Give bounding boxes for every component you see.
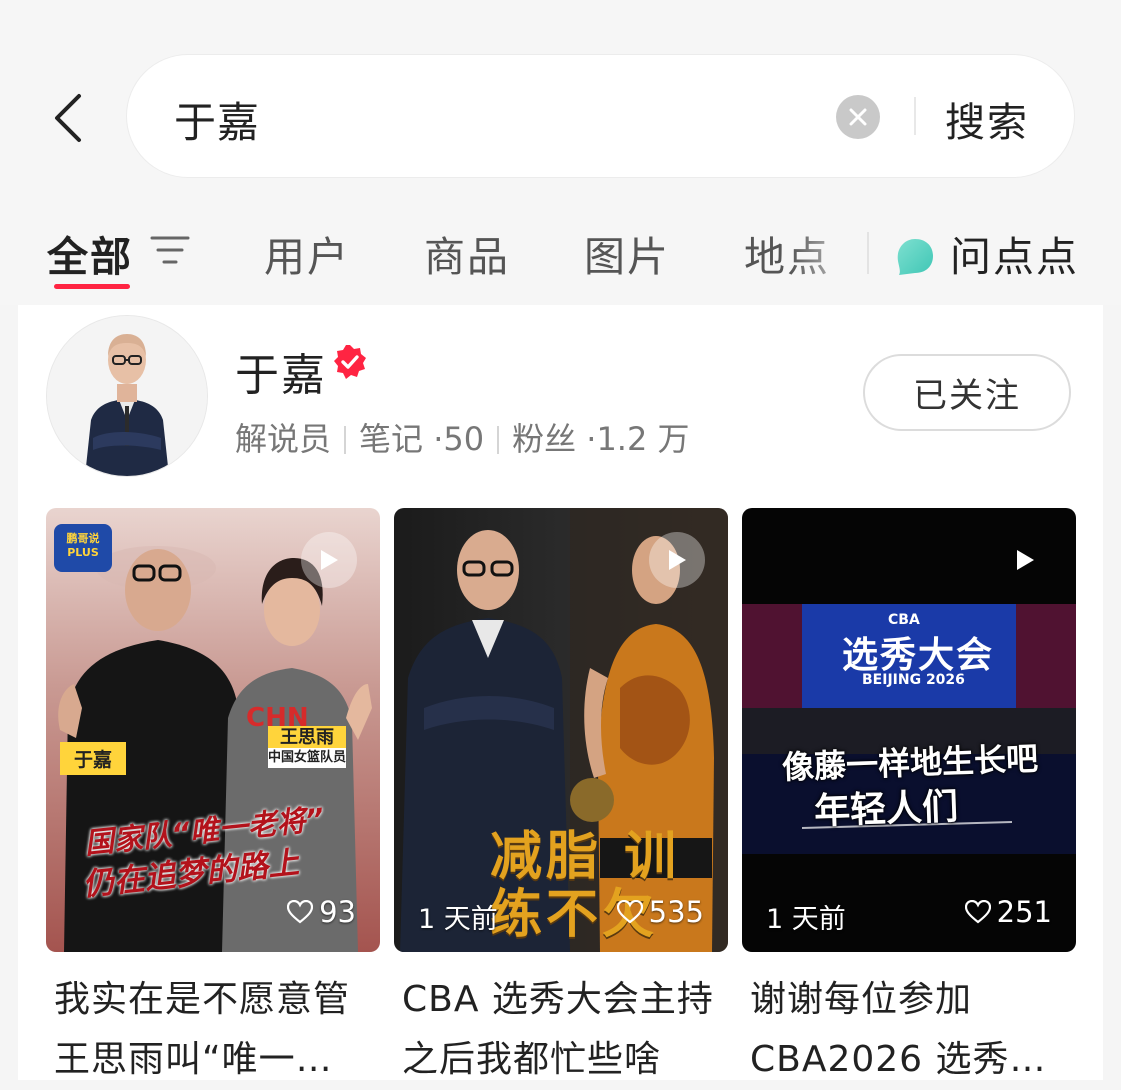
note-title[interactable]: CBA 选秀大会主持之后我都忙些啥 bbox=[402, 970, 720, 1090]
note-card[interactable]: CBA 选秀大会 BEIJING 2026 像藤一样地生长吧 年轻人们 1 天前… bbox=[742, 508, 1076, 1090]
heart-icon bbox=[964, 900, 991, 924]
chevron-left-icon bbox=[55, 94, 81, 142]
user-role: 解说员 bbox=[235, 420, 332, 458]
like-count-value: 93 bbox=[319, 895, 356, 929]
tab-users[interactable]: 用户 bbox=[264, 223, 350, 283]
search-bar[interactable]: 于嘉 搜索 bbox=[127, 55, 1074, 177]
name-tag: 于嘉 bbox=[60, 742, 127, 775]
note-thumbnail[interactable]: CBA 选秀大会 BEIJING 2026 像藤一样地生长吧 年轻人们 1 天前… bbox=[742, 508, 1076, 952]
video-indicator bbox=[301, 532, 357, 588]
user-photo bbox=[47, 316, 207, 476]
thumbnail-caption: 年轻人们 bbox=[813, 786, 959, 833]
heart-icon bbox=[616, 900, 643, 924]
divider bbox=[867, 232, 869, 274]
user-stats: 解说员 笔记 ·50 粉丝 ·1.2 万 bbox=[235, 414, 690, 460]
active-tab-indicator bbox=[54, 284, 130, 289]
screen-title: 选秀大会 bbox=[842, 635, 995, 676]
tab-ask[interactable]: 问点点 bbox=[950, 223, 1079, 283]
close-icon bbox=[849, 108, 867, 126]
clear-search-button[interactable] bbox=[836, 95, 880, 139]
result-tabs: 全部 用户 商品 图片 地点 问点点 bbox=[0, 215, 1121, 295]
note-card[interactable]: 鹏哥说 PLUS CHN 于嘉 王思雨 中国女篮队员 国家队“唯一老将” 仍在追… bbox=[46, 508, 380, 1090]
play-icon bbox=[1017, 550, 1034, 570]
divider bbox=[914, 97, 916, 135]
note-title[interactable]: 谢谢每位参加 CBA2026 选秀… bbox=[750, 970, 1068, 1090]
like-count[interactable]: 535 bbox=[616, 895, 704, 929]
tab-all[interactable]: 全部 bbox=[47, 223, 133, 283]
like-count[interactable]: 251 bbox=[964, 895, 1052, 929]
screen-subtitle: BEIJING 2026 bbox=[862, 672, 965, 688]
note-thumbnail[interactable]: 减脂 训练不欠 1 天前 535 bbox=[394, 508, 728, 952]
tab-products[interactable]: 商品 bbox=[424, 223, 510, 283]
search-header: 于嘉 搜索 全部 用户 商品 图片 地点 问点点 bbox=[0, 0, 1121, 305]
filter-icon[interactable] bbox=[150, 233, 190, 267]
name-tag: 王思雨 中国女篮队员 bbox=[268, 726, 347, 768]
logo-text: 鹏哥说 PLUS bbox=[66, 532, 100, 559]
post-time: 1 天前 bbox=[766, 904, 846, 935]
note-card[interactable]: 减脂 训练不欠 1 天前 535 CBA 选秀大会主持之后我都忙些啥 bbox=[394, 508, 728, 1090]
results-panel: 于嘉 解说员 笔记 ·50 粉丝 ·1.2 万 已关注 鹏哥说 PLUS CHN… bbox=[18, 305, 1103, 1080]
notes-count: 笔记 ·50 bbox=[359, 420, 485, 458]
follow-button[interactable]: 已关注 bbox=[863, 354, 1071, 431]
like-count[interactable]: 93 bbox=[287, 895, 356, 929]
note-title[interactable]: 我实在是不愿意管王思雨叫“唯一… bbox=[54, 970, 372, 1090]
video-indicator bbox=[649, 532, 705, 588]
divider bbox=[497, 426, 500, 454]
ask-bubble-icon bbox=[897, 239, 933, 275]
like-count-value: 251 bbox=[996, 895, 1052, 929]
video-indicator bbox=[997, 532, 1053, 588]
verified-badge-icon bbox=[334, 345, 366, 379]
like-count-value: 535 bbox=[648, 895, 704, 929]
name-tag-sub: 中国女篮队员 bbox=[268, 748, 347, 768]
post-time: 1 天前 bbox=[418, 904, 498, 935]
search-button[interactable]: 搜索 bbox=[945, 90, 1029, 148]
search-input[interactable]: 于嘉 bbox=[174, 89, 260, 150]
name-tag-text: 王思雨 bbox=[280, 727, 334, 748]
note-thumbnail[interactable]: 鹏哥说 PLUS CHN 于嘉 王思雨 中国女篮队员 国家队“唯一老将” 仍在追… bbox=[46, 508, 380, 952]
avatar[interactable] bbox=[46, 315, 208, 477]
tab-images[interactable]: 图片 bbox=[584, 223, 670, 283]
tab-fade bbox=[790, 215, 870, 295]
user-name[interactable]: 于嘉 bbox=[235, 339, 327, 403]
back-button[interactable] bbox=[40, 86, 96, 150]
fans-count: 粉丝 ·1.2 万 bbox=[512, 420, 690, 458]
divider bbox=[344, 426, 347, 454]
play-icon bbox=[669, 550, 686, 570]
brand-logo: 鹏哥说 PLUS bbox=[54, 524, 112, 572]
heart-icon bbox=[287, 900, 314, 924]
play-icon bbox=[321, 550, 338, 570]
